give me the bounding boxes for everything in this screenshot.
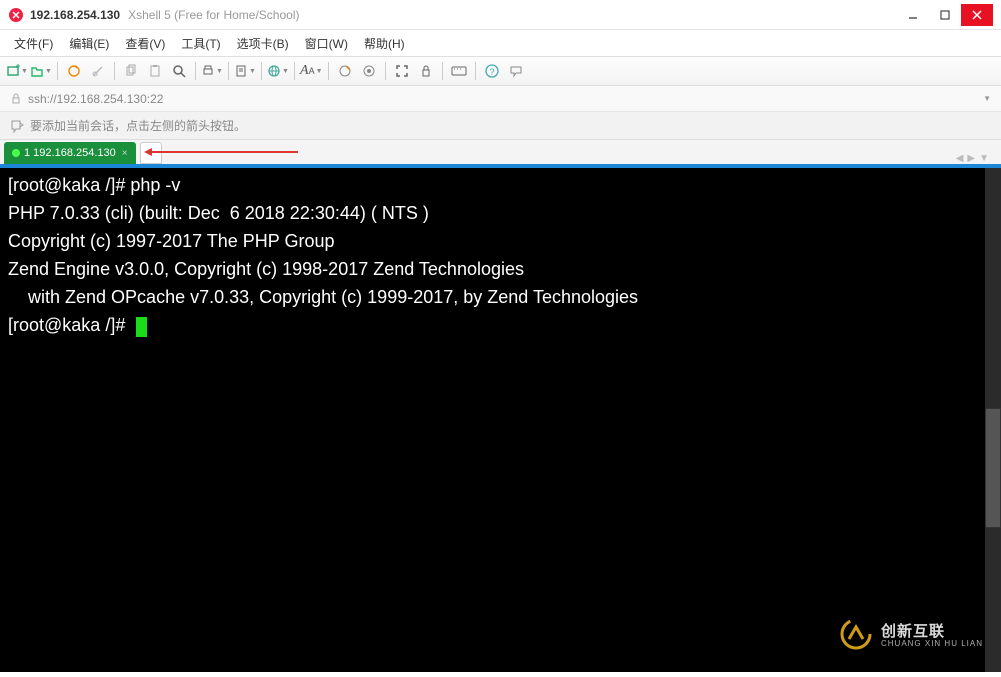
separator: [475, 62, 476, 80]
properties-button[interactable]: ▼: [234, 60, 256, 82]
command: php -v: [125, 175, 180, 195]
separator: [328, 62, 329, 80]
separator: [114, 62, 115, 80]
copy-button[interactable]: [120, 60, 142, 82]
scrollbar-thumb[interactable]: [985, 408, 1001, 528]
separator: [442, 62, 443, 80]
highlight-button[interactable]: [358, 60, 380, 82]
terminal-scrollbar[interactable]: [985, 168, 1001, 672]
separator: [261, 62, 262, 80]
output-line: Copyright (c) 1997-2017 The PHP Group: [8, 231, 335, 251]
watermark-sub: CHUANG XIN HU LIAN: [881, 639, 983, 648]
window-controls: [897, 4, 993, 26]
lock-button[interactable]: [415, 60, 437, 82]
new-session-button[interactable]: ▼: [6, 60, 28, 82]
address-bar[interactable]: ssh://192.168.254.130:22 ▼: [0, 86, 1001, 112]
maximize-button[interactable]: [929, 4, 961, 26]
tab-nav: ◀ ▶ ▼: [956, 153, 997, 164]
menu-window[interactable]: 窗口(W): [299, 32, 354, 55]
titlebar: 192.168.254.130 Xshell 5 (Free for Home/…: [0, 0, 1001, 30]
hint-text: 要添加当前会话，点击左侧的箭头按钮。: [30, 117, 246, 134]
minimize-button[interactable]: [897, 4, 929, 26]
globe-button[interactable]: ▼: [267, 60, 289, 82]
close-button[interactable]: [961, 4, 993, 26]
tab-strip: 1 192.168.254.130 × + ◀ ▶ ▼: [0, 140, 1001, 164]
output-line: PHP 7.0.33 (cli) (built: Dec 6 2018 22:3…: [8, 203, 429, 223]
svg-text:?: ?: [489, 67, 494, 77]
fullscreen-button[interactable]: [391, 60, 413, 82]
menu-tabs[interactable]: 选项卡(B): [231, 32, 295, 55]
status-dot-icon: [12, 149, 20, 157]
terminal[interactable]: [root@kaka /]# php -v PHP 7.0.33 (cli) (…: [0, 168, 1001, 672]
separator: [195, 62, 196, 80]
hint-bar: 要添加当前会话，点击左侧的箭头按钮。: [0, 112, 1001, 140]
separator: [294, 62, 295, 80]
print-button[interactable]: ▼: [201, 60, 223, 82]
title-app: Xshell 5 (Free for Home/School): [128, 8, 299, 22]
output-line: with Zend OPcache v7.0.33, Copyright (c)…: [8, 287, 638, 307]
tab-list-icon[interactable]: ▼: [979, 153, 989, 164]
tab-next-icon[interactable]: ▶: [967, 153, 975, 164]
lock-icon: [10, 93, 22, 105]
help-icon[interactable]: ?: [481, 60, 503, 82]
tab-label: 1 192.168.254.130: [24, 147, 116, 159]
tab-close-icon[interactable]: ×: [122, 148, 128, 159]
font-button[interactable]: AA▼: [300, 60, 323, 82]
app-icon: [8, 7, 24, 23]
address-url: ssh://192.168.254.130:22: [28, 92, 163, 106]
tab-prev-icon[interactable]: ◀: [956, 153, 964, 164]
separator: [228, 62, 229, 80]
prompt: [root@kaka /]#: [8, 315, 125, 335]
chat-icon[interactable]: [505, 60, 527, 82]
annotation-arrow: [148, 151, 298, 153]
address-dropdown[interactable]: ▼: [983, 94, 991, 103]
find-button[interactable]: [168, 60, 190, 82]
menu-view[interactable]: 查看(V): [119, 32, 171, 55]
color-button[interactable]: [334, 60, 356, 82]
menubar: 文件(F) 编辑(E) 查看(V) 工具(T) 选项卡(B) 窗口(W) 帮助(…: [0, 30, 1001, 56]
paste-button[interactable]: [144, 60, 166, 82]
menu-tools[interactable]: 工具(T): [175, 32, 226, 55]
toolbar: ▼ ▼ ▼ ▼ ▼ AA▼ ?: [0, 56, 1001, 86]
session-tab-active[interactable]: 1 192.168.254.130 ×: [4, 142, 136, 164]
prompt: [root@kaka /]#: [8, 175, 125, 195]
open-session-button[interactable]: ▼: [30, 60, 52, 82]
output-line: Zend Engine v3.0.0, Copyright (c) 1998-2…: [8, 259, 524, 279]
watermark: 创新互联 CHUANG XIN HU LIAN: [839, 617, 983, 651]
hint-icon: [10, 119, 24, 133]
separator: [57, 62, 58, 80]
reconnect-button[interactable]: [63, 60, 85, 82]
title-host: 192.168.254.130: [30, 8, 120, 22]
separator: [385, 62, 386, 80]
watermark-logo-icon: [839, 617, 873, 651]
menu-edit[interactable]: 编辑(E): [63, 32, 115, 55]
keyboard-button[interactable]: [448, 60, 470, 82]
disconnect-button[interactable]: [87, 60, 109, 82]
watermark-brand: 创新互联: [881, 620, 983, 641]
menu-help[interactable]: 帮助(H): [358, 32, 411, 55]
cursor: [136, 317, 147, 337]
menu-file[interactable]: 文件(F): [8, 32, 59, 55]
